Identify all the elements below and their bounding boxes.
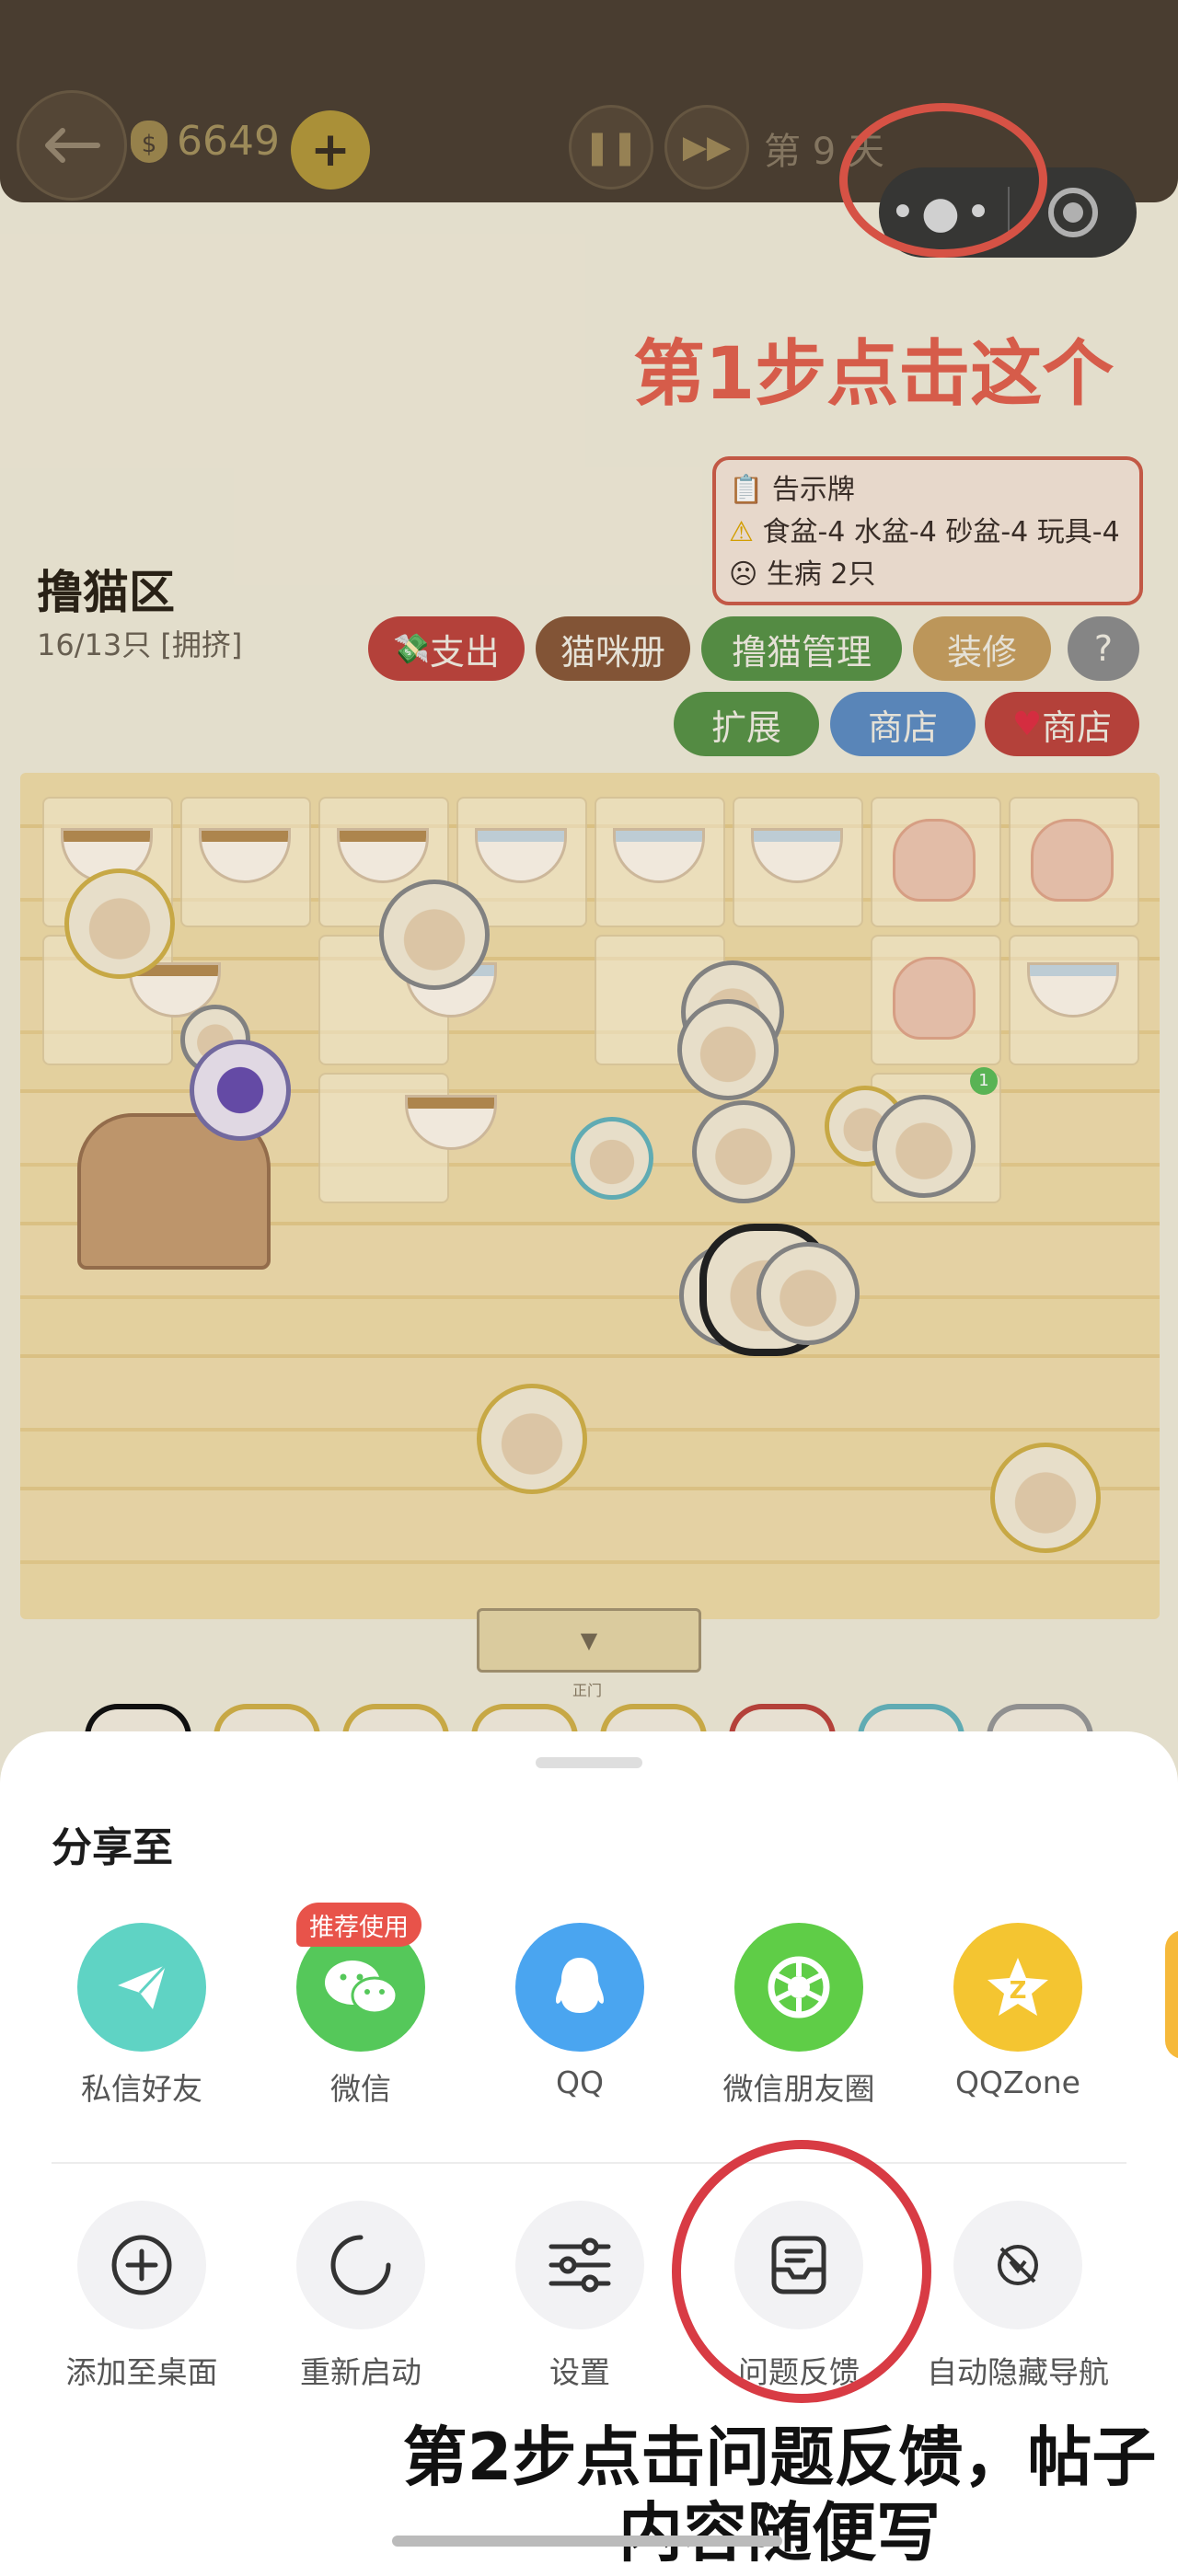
share-item-more[interactable] <box>1165 1930 1178 2059</box>
decorate-button[interactable]: 装修 <box>913 616 1051 681</box>
target-icon <box>1048 188 1098 237</box>
notice-line1-row: ⚠ 食盆-4 水盆-4 砂盆-4 玩具-4 <box>729 512 1126 554</box>
cat[interactable] <box>990 1443 1101 1553</box>
cat[interactable] <box>756 1242 860 1345</box>
back-button[interactable] <box>17 90 127 201</box>
tool-label: 重新启动 <box>300 2354 422 2390</box>
shop-button[interactable]: 商店 <box>830 692 976 756</box>
field-badge: 1 <box>970 1067 998 1095</box>
gate-label: 正门 <box>572 1682 603 1699</box>
sick-face-icon: ☹ <box>729 558 758 591</box>
pause-icon: ❚❚ <box>583 128 640 167</box>
notice-line1: 食盆-4 水盆-4 砂盆-4 玩具-4 <box>762 516 1120 548</box>
notice-title-row: 📋 告示牌 <box>729 469 1126 512</box>
share-item-wechat[interactable]: 微信 <box>269 1923 453 2109</box>
zone-title: 撸猫区 <box>37 566 175 619</box>
heart-shop-label: 商店 <box>1042 707 1113 748</box>
fast-forward-icon: ▶▶ <box>682 129 732 166</box>
share-item-qzone[interactable]: Z QQZone <box>926 1923 1110 2100</box>
annotation-step2-line2: 内容随便写 <box>618 2495 941 2570</box>
annotation-step2: 第2步点击问题反馈，帖子 内容随便写 <box>379 2420 1178 2570</box>
expand-label: 扩展 <box>710 707 781 748</box>
tool-restart[interactable]: 重新启动 <box>269 2201 453 2392</box>
notice-title: 告示牌 <box>771 474 855 506</box>
cat-book-button[interactable]: 猫咪册 <box>536 616 690 681</box>
cat-book-label: 猫咪册 <box>560 631 665 673</box>
expense-label: 支出 <box>429 631 500 673</box>
qzone-star-icon: Z <box>953 1923 1082 2052</box>
tool-label: 自动隐藏导航 <box>927 2354 1109 2390</box>
tool-label: 设置 <box>549 2354 610 2390</box>
tool-settings[interactable]: 设置 <box>488 2201 672 2392</box>
warning-icon: ⚠ <box>729 516 754 548</box>
decorate-label: 装修 <box>946 631 1017 673</box>
notice-line2: 生病 2只 <box>766 558 876 591</box>
notice-line2-row: ☹ 生病 2只 <box>729 554 1126 596</box>
add-coins-button[interactable]: + <box>291 110 370 190</box>
share-item-moments[interactable]: 微信朋友圈 <box>707 1923 891 2109</box>
share-item-private-message[interactable]: 私信好友 <box>50 1923 234 2109</box>
help-label: ? <box>1093 628 1114 669</box>
tool-auto-hide-nav[interactable]: 自动隐藏导航 <box>926 2201 1110 2392</box>
money-wings-icon: 💸 <box>393 631 430 666</box>
heart-icon: ♥ <box>1011 705 1043 743</box>
triangle-down-icon: ▼ <box>580 1627 598 1653</box>
help-button[interactable]: ? <box>1068 616 1139 681</box>
clipboard-icon: 📋 <box>729 474 764 506</box>
cat[interactable] <box>477 1384 587 1494</box>
share-label: 微信 <box>330 2071 391 2107</box>
tool-add-to-desktop[interactable]: 添加至桌面 <box>50 2201 234 2392</box>
tool-label: 添加至桌面 <box>65 2354 218 2390</box>
pause-button[interactable]: ❚❚ <box>569 105 653 190</box>
plus-icon: + <box>310 122 351 178</box>
settings-sliders-icon <box>515 2201 644 2329</box>
home-indicator[interactable] <box>392 2536 782 2547</box>
cat-manage-label: 撸猫管理 <box>731 631 872 673</box>
cat[interactable] <box>190 1040 291 1141</box>
coin-balance: $ 6649 <box>131 118 280 165</box>
cat[interactable] <box>677 999 779 1100</box>
cat-manage-button[interactable]: 撸猫管理 <box>701 616 902 681</box>
cat[interactable] <box>64 868 175 979</box>
moments-shutter-icon <box>734 1923 863 2052</box>
share-item-qq[interactable]: QQ <box>488 1923 672 2100</box>
share-title: 分享至 <box>52 1824 173 1871</box>
svg-text:Z: Z <box>1010 1977 1027 2005</box>
zone-cat-count: 16/13只 [拥挤] <box>37 627 243 662</box>
sheet-drag-handle[interactable] <box>536 1757 642 1768</box>
annotation-step1: 第1步点击这个 <box>633 333 1114 416</box>
share-label: QQ <box>556 2064 604 2100</box>
cat[interactable] <box>379 880 490 990</box>
coin-amount: 6649 <box>177 118 280 165</box>
add-circle-icon <box>77 2201 206 2329</box>
arrow-left-icon <box>45 128 100 163</box>
paper-plane-icon <box>77 1923 206 2052</box>
cat[interactable] <box>872 1095 976 1198</box>
expand-button[interactable]: 扩展 <box>674 692 819 756</box>
hamster-toy[interactable] <box>893 957 976 1040</box>
hamster-toy[interactable] <box>893 819 976 902</box>
fast-forward-button[interactable]: ▶▶ <box>664 105 749 190</box>
annotation-circle-step2 <box>672 2140 931 2403</box>
notice-board[interactable]: 📋 告示牌 ⚠ 食盆-4 水盆-4 砂盆-4 玩具-4 ☹ 生病 2只 <box>712 456 1143 605</box>
annotation-circle-step1 <box>839 103 1047 258</box>
annotation-step2-line1: 第2步点击问题反馈，帖子 <box>402 2420 1157 2495</box>
money-bag-icon: $ <box>131 120 167 163</box>
expense-button[interactable]: 💸 支出 <box>368 616 525 681</box>
qq-penguin-icon <box>515 1923 644 2052</box>
shop-label: 商店 <box>867 707 938 748</box>
share-label: QQZone <box>955 2064 1080 2100</box>
share-label: 私信好友 <box>81 2071 202 2107</box>
restart-icon <box>296 2201 425 2329</box>
sheet-divider <box>52 2162 1126 2164</box>
cat[interactable] <box>692 1100 795 1203</box>
cat[interactable] <box>571 1117 653 1200</box>
hide-nav-icon <box>953 2201 1082 2329</box>
share-label: 微信朋友圈 <box>722 2071 875 2107</box>
hamster-toy[interactable] <box>1031 819 1114 902</box>
heart-shop-button[interactable]: ♥ 商店 <box>985 692 1139 756</box>
gate-toggle-button[interactable]: ▼ <box>477 1608 701 1673</box>
recommend-badge: 推荐使用 <box>296 1903 422 1947</box>
